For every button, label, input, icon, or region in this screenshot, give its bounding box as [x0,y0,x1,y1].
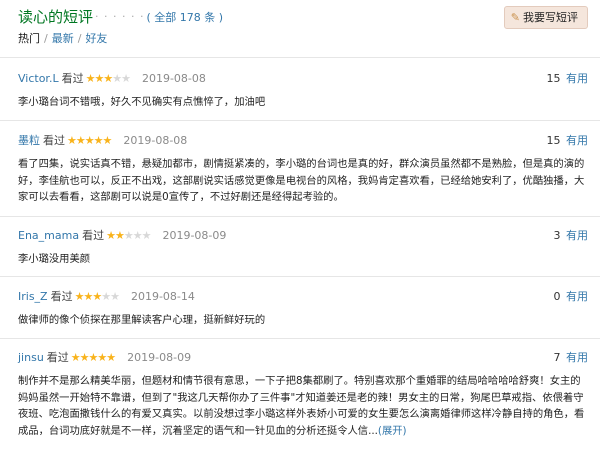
star-icon: ★ [79,351,90,364]
title-dots: · · · · · · [95,10,145,23]
review-header: Iris_Z 看过 ★★★★★ 2019-08-14 0 有用 [18,288,588,306]
rating-stars: ★★★★★ [67,132,113,150]
star-icon: ★ [84,134,95,147]
reviewer-name[interactable]: Ena_mama [18,229,79,242]
review-text: 李小璐台词不错哦，好久不见确实有点憔悴了，加油吧 [18,96,266,108]
divider [0,57,600,58]
useful-button[interactable]: 有用 [566,351,588,364]
star-icon: ★ [114,229,125,242]
star-icon: ★ [141,229,152,242]
useful-count: 15 [546,134,561,147]
useful-button[interactable]: 有用 [566,229,588,242]
pencil-icon: ✎ [510,11,520,24]
star-icon: ★ [106,351,116,364]
write-review-button[interactable]: ✎ 我要写短评 [503,6,588,29]
star-icon: ★ [94,72,104,85]
tab-separator: / [44,32,48,45]
star-icon: ★ [103,72,113,85]
header: 读心的短评 · · · · · ·( 全部 178 条 ) ✎ 我要写短评 [18,6,588,32]
watched-label: 看过 [61,72,84,85]
useful-vote[interactable]: 3 有用 [554,227,589,245]
star-icon: ★ [101,290,111,303]
useful-count: 7 [553,351,561,364]
rating-stars: ★★★★★ [70,349,116,367]
divider [0,276,600,277]
watched-label: 看过 [50,290,73,303]
useful-vote[interactable]: 7 有用 [554,349,589,367]
review-header: 墨粒 看过 ★★★★★ 2019-08-08 15 有用 [18,132,588,150]
useful-vote[interactable]: 0 有用 [554,288,589,306]
review-item: 墨粒 看过 ★★★★★ 2019-08-08 15 有用 看了四集，说实话真不错，悬疑… [18,132,588,206]
star-icon: ★ [132,229,143,242]
star-icon: ★ [123,229,134,242]
tab-latest[interactable]: 最新 [52,32,74,45]
watched-label: 看过 [82,229,105,242]
star-icon: ★ [70,351,81,364]
star-icon: ★ [93,134,104,147]
sort-tabs: 热门 / 最新 / 好友 [18,30,107,46]
expand-link[interactable]: (展开) [378,425,407,437]
tab-separator: / [77,32,82,45]
rating-stars: ★★★★★ [75,288,120,306]
review-item: jinsu 看过 ★★★★★ 2019-08-09 7 有用 制作并不是那么精美华丽，… [18,349,588,439]
useful-vote[interactable]: 15 有用 [547,132,589,150]
review-item: Victor.L 看过 ★★★★★ 2019-08-08 15 有用 李小璐台词不错哦… [18,70,588,111]
divider [0,216,600,217]
review-text-body: 制作并不是那么精美华丽，但题材和情节很有意思，一下子把8集都刷了。特别喜欢那个重… [18,375,585,437]
review-text: 李小璐没用美颜 [18,253,91,265]
review-text: 做律师的像个侦探在那里解读客户心理，挺新鲜好玩的 [18,314,266,326]
useful-count: 15 [546,72,561,85]
review-header: Victor.L 看过 ★★★★★ 2019-08-08 15 有用 [18,70,588,88]
star-icon: ★ [110,290,120,303]
reviewer-name[interactable]: 墨粒 [18,134,40,147]
star-icon: ★ [106,229,116,242]
star-icon: ★ [83,290,93,303]
tab-friends[interactable]: 好友 [85,32,107,45]
review-date: 2019-08-08 [141,72,206,85]
review-date: 2019-08-09 [162,229,227,242]
review-text: 看了四集，说实话真不错，悬疑加都市，剧情挺紧凑的，李小璐的台词也是真的好，群众演… [18,158,585,203]
divider [0,120,600,121]
star-icon: ★ [121,72,131,85]
reviewer-name[interactable]: Victor.L [18,72,59,85]
star-icon: ★ [112,72,122,85]
review-text: 制作并不是那么精美华丽，但题材和情节很有意思，一下子把8集都刷了。特别喜欢那个重… [18,373,588,439]
review-date: 2019-08-09 [127,351,192,364]
useful-count: 0 [553,290,561,303]
reviewer-name[interactable]: Iris_Z [18,290,48,303]
all-reviews-link[interactable]: ( 全部 178 条 ) [146,11,223,24]
reviewer-name[interactable]: jinsu [18,351,44,364]
useful-button[interactable]: 有用 [566,134,588,147]
tab-hot[interactable]: 热门 [18,32,40,45]
useful-button[interactable]: 有用 [566,290,588,303]
useful-count: 3 [553,229,561,242]
review-item: Iris_Z 看过 ★★★★★ 2019-08-14 0 有用 做律师的像个侦探在那里… [18,288,588,329]
review-header: jinsu 看过 ★★★★★ 2019-08-09 7 有用 [18,349,588,367]
star-icon: ★ [67,134,77,147]
useful-button[interactable]: 有用 [566,72,588,85]
review-date: 2019-08-08 [123,134,188,147]
write-review-label: 我要写短评 [523,11,578,24]
section-title: 读心的短评 [18,8,94,26]
star-icon: ★ [102,134,113,147]
divider [0,338,600,339]
rating-stars: ★★★★★ [106,227,152,245]
rating-stars: ★★★★★ [86,70,131,88]
useful-vote[interactable]: 15 有用 [547,70,589,88]
star-icon: ★ [97,351,107,364]
review-header: Ena_mama 看过 ★★★★★ 2019-08-09 3 有用 [18,227,588,245]
star-icon: ★ [75,134,86,147]
watched-label: 看过 [43,134,65,147]
star-icon: ★ [92,290,102,303]
review-item: Ena_mama 看过 ★★★★★ 2019-08-09 3 有用 李小璐没用美颜 [18,227,588,268]
review-date: 2019-08-14 [130,290,195,303]
watched-label: 看过 [46,351,69,364]
